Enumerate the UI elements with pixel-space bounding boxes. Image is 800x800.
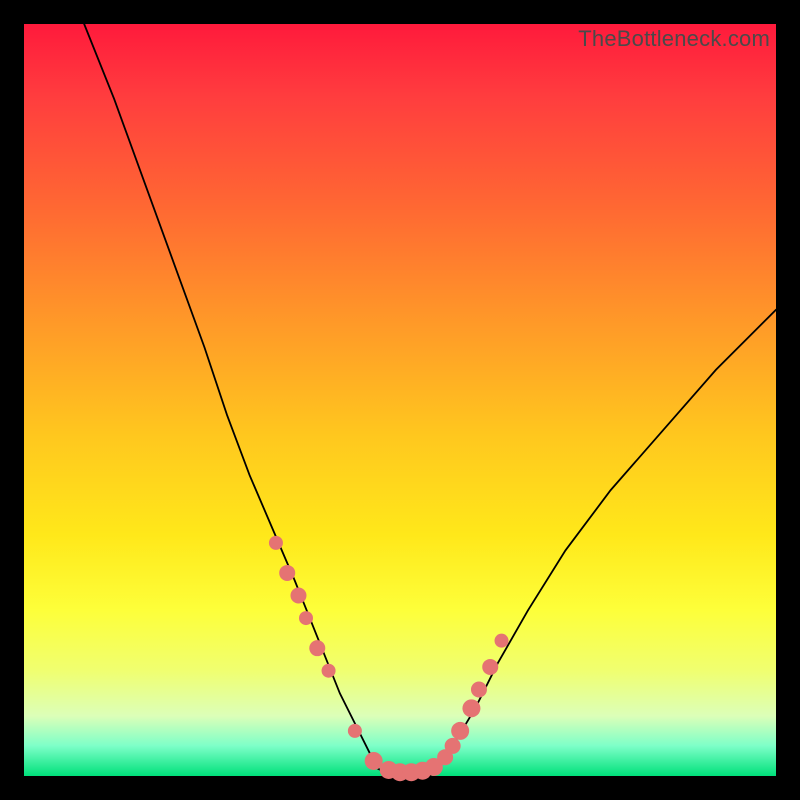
data-dot (269, 536, 283, 550)
data-dot (495, 634, 509, 648)
data-dot (451, 722, 469, 740)
data-dot (482, 659, 498, 675)
data-dot (462, 699, 480, 717)
data-dot (322, 664, 336, 678)
data-dot (279, 565, 295, 581)
data-dot (365, 752, 383, 770)
data-dot (299, 611, 313, 625)
plot-area: TheBottleneck.com (24, 24, 776, 776)
v-curve (84, 24, 776, 776)
chart-frame: TheBottleneck.com (0, 0, 800, 800)
chart-overlay (24, 24, 776, 776)
data-dot (309, 640, 325, 656)
data-dot (445, 738, 461, 754)
data-dot (348, 724, 362, 738)
data-dot (471, 682, 487, 698)
data-dot (290, 588, 306, 604)
dots-group (269, 536, 509, 781)
